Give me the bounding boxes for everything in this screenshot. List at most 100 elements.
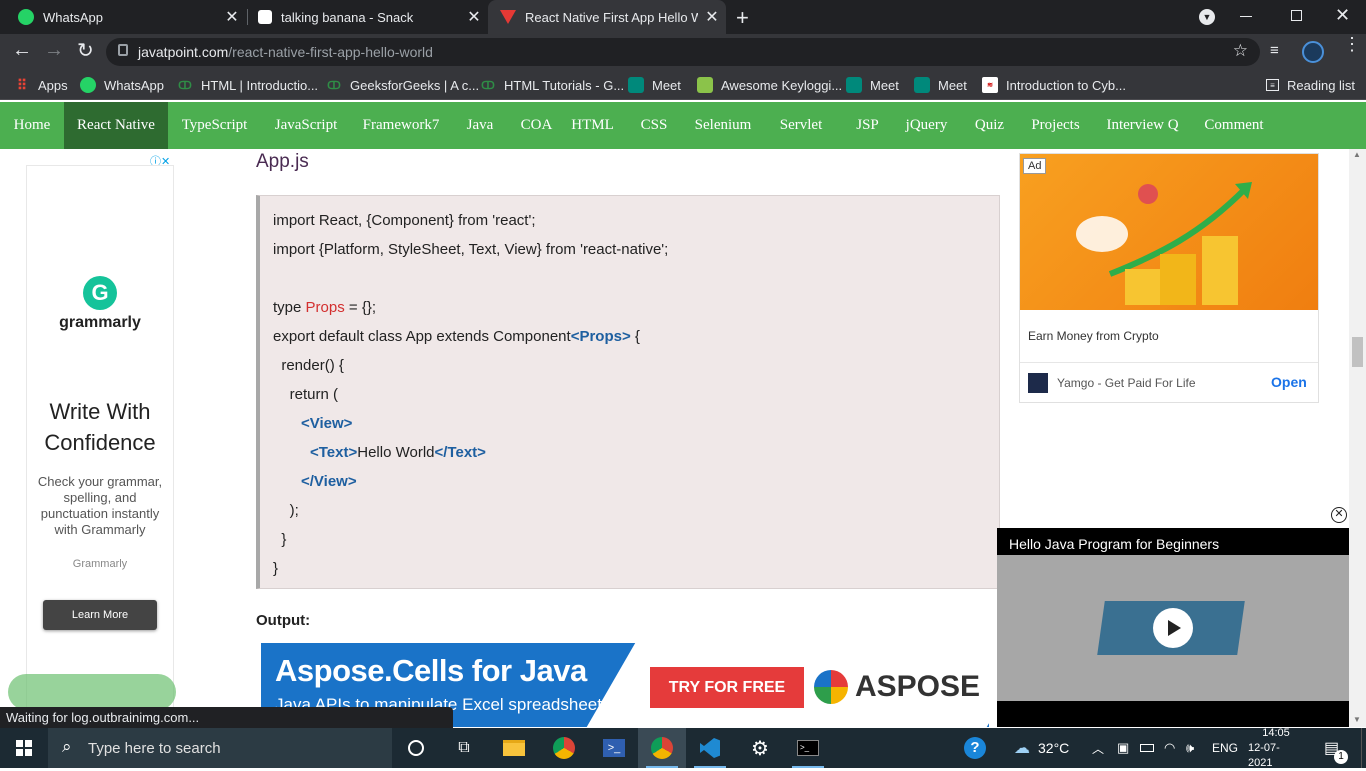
weather-widget[interactable]: ☁ 32°C xyxy=(1014,728,1069,768)
back-icon[interactable]: ← xyxy=(12,39,32,62)
tab-whatsapp[interactable]: WhatsApp ✕ xyxy=(0,0,246,34)
play-button[interactable] xyxy=(1153,608,1193,648)
bookmark-label: HTML Tutorials - G... xyxy=(504,77,625,93)
nav-item-typescript[interactable]: TypeScript xyxy=(168,102,261,149)
floating-widget[interactable] xyxy=(8,674,176,710)
vscode-button[interactable] xyxy=(686,728,734,768)
taskbar-search[interactable]: ⌕ Type here to search xyxy=(48,728,392,768)
bookmark-cyber[interactable]: ≋ Introduction to Cyb... xyxy=(982,70,1126,100)
volume-icon[interactable]: 🕪 xyxy=(1186,728,1194,768)
nav-item-quiz[interactable]: Quiz xyxy=(961,102,1018,149)
task-view-button[interactable]: ⧉ xyxy=(440,728,488,768)
start-button[interactable] xyxy=(0,728,48,768)
bookmark-html-intro[interactable]: ↀ HTML | Introductio... xyxy=(177,70,318,100)
crypto-ad[interactable]: Ad Earn Money from Crypto Yamgo - Get Pa… xyxy=(1019,153,1319,403)
terminal-button[interactable]: >_ xyxy=(784,728,832,768)
scroll-up-icon[interactable]: ▲ xyxy=(1353,150,1361,159)
whatsapp-icon xyxy=(80,77,96,93)
tab-react-native[interactable]: React Native First App Hello World ✕ xyxy=(488,0,726,34)
nav-item-jquery[interactable]: jQuery xyxy=(892,102,961,149)
language-indicator[interactable]: ENG xyxy=(1212,728,1238,768)
bookmark-apps[interactable]: ⠿ Apps xyxy=(14,70,68,100)
nav-item-java[interactable]: Java xyxy=(451,102,509,149)
new-tab-button[interactable]: + xyxy=(736,5,749,31)
scroll-thumb[interactable] xyxy=(1352,337,1363,367)
restore-button[interactable] xyxy=(1291,10,1302,21)
profile-avatar[interactable] xyxy=(1302,41,1324,63)
nav-item-projects[interactable]: Projects xyxy=(1018,102,1093,149)
nav-item-selenium[interactable]: Selenium xyxy=(687,102,759,149)
bookmark-geeksforgeeks[interactable]: ↀ GeeksforGeeks | A c... xyxy=(326,70,479,100)
nav-item-servlet[interactable]: Servlet xyxy=(759,102,843,149)
folder-icon xyxy=(503,740,525,756)
nav-item-interview-q[interactable]: Interview Q xyxy=(1093,102,1192,149)
close-icon[interactable]: ✕ xyxy=(218,7,246,27)
clock[interactable]: 14:05 12-07-2021 xyxy=(1248,727,1304,769)
code-token: </Text> xyxy=(434,444,486,461)
nav-item-react-native[interactable]: React Native xyxy=(64,102,168,149)
minimize-button[interactable] xyxy=(1240,16,1252,17)
try-for-free-button[interactable]: TRY FOR FREE xyxy=(650,667,804,708)
code-line: <Text>Hello World</Text> xyxy=(310,444,486,461)
nav-item-javascript[interactable]: JavaScript xyxy=(261,102,351,149)
battery-icon[interactable] xyxy=(1140,728,1154,768)
help-button[interactable]: ? xyxy=(964,728,986,768)
learn-more-button[interactable]: Learn More xyxy=(43,600,157,630)
page-scrollbar[interactable]: ▲ ▼ xyxy=(1349,149,1366,727)
bookmark-star-icon[interactable]: ☆ xyxy=(1233,41,1248,61)
menu-icon[interactable]: ⋮ xyxy=(1343,35,1361,53)
notification-button[interactable]: ▤ 1 xyxy=(1324,728,1348,768)
forward-icon[interactable]: → xyxy=(44,39,64,62)
video-player[interactable]: Hello Java Program for Beginners xyxy=(997,528,1349,727)
meet-now-icon[interactable]: ▣ xyxy=(1117,728,1129,768)
code-line: export default class App extends Compone… xyxy=(273,328,640,345)
bookmark-label: Meet xyxy=(870,77,899,93)
ad-headline: Write With Confidence xyxy=(44,399,156,455)
gear-icon: ⚙ xyxy=(751,737,769,760)
wifi-icon[interactable]: ◠ xyxy=(1164,728,1175,768)
show-desktop-button[interactable] xyxy=(1361,728,1366,768)
page-viewport: ⓘ✕ G grammarly Write With Confidence Che… xyxy=(0,149,1366,727)
code-token: = {}; xyxy=(344,299,377,316)
settings-button[interactable]: ⚙ xyxy=(736,728,784,768)
chrome-active-button[interactable] xyxy=(638,728,686,768)
close-video-icon[interactable]: ✕ xyxy=(1331,507,1347,523)
bookmark-keylogger[interactable]: Awesome Keyloggi... xyxy=(697,70,842,100)
powershell-button[interactable]: >_ xyxy=(590,728,638,768)
nav-item-css[interactable]: CSS xyxy=(621,102,687,149)
temperature: 32°C xyxy=(1038,740,1070,756)
bookmark-whatsapp[interactable]: WhatsApp xyxy=(80,70,164,100)
code-token: export default class App extends Compone… xyxy=(273,328,571,345)
chrome-button[interactable] xyxy=(540,728,588,768)
address-bar[interactable]: javatpoint.com/react-native-first-app-he… xyxy=(106,38,1260,66)
cortana-button[interactable] xyxy=(392,728,440,768)
ad-advertiser: Yamgo - Get Paid For Life xyxy=(1057,376,1196,390)
show-hidden-icons[interactable]: ︿ xyxy=(1092,728,1104,768)
bookmark-label: WhatsApp xyxy=(104,77,164,93)
scroll-down-icon[interactable]: ▼ xyxy=(1353,715,1361,724)
bookmark-html-tutorials[interactable]: ↀ HTML Tutorials - G... xyxy=(480,70,624,100)
grammarly-logo-icon: G xyxy=(83,276,117,310)
file-explorer-button[interactable] xyxy=(490,728,538,768)
grammarly-ad[interactable]: G grammarly Write With Confidence Check … xyxy=(26,165,174,725)
tab-snack[interactable]: talking banana - Snack ✕ xyxy=(248,0,488,34)
nav-item-comment[interactable]: Comment xyxy=(1192,102,1276,149)
tab-search-icon[interactable]: ▼ xyxy=(1199,9,1215,25)
media-control-icon[interactable]: ≡ xyxy=(1270,42,1279,59)
nav-item-home[interactable]: Home xyxy=(0,102,64,149)
tab-title: talking banana - Snack xyxy=(281,9,414,25)
nav-item-html[interactable]: HTML xyxy=(564,102,621,149)
nav-item-framework7[interactable]: Framework7 xyxy=(351,102,451,149)
open-button[interactable]: Open xyxy=(1271,374,1307,390)
window-close-button[interactable]: ✕ xyxy=(1335,5,1350,26)
reading-list-button[interactable]: ≡ Reading list xyxy=(1266,70,1355,100)
bookmark-meet-3[interactable]: Meet xyxy=(914,70,967,100)
code-token: type xyxy=(273,299,306,316)
nav-item-coa[interactable]: COA xyxy=(509,102,564,149)
bookmark-meet-1[interactable]: Meet xyxy=(628,70,681,100)
reload-icon[interactable]: ↻ xyxy=(77,38,94,63)
close-icon[interactable]: ✕ xyxy=(460,7,488,27)
nav-item-jsp[interactable]: JSP xyxy=(843,102,892,149)
bookmark-meet-2[interactable]: Meet xyxy=(846,70,899,100)
close-icon[interactable]: ✕ xyxy=(698,7,726,27)
